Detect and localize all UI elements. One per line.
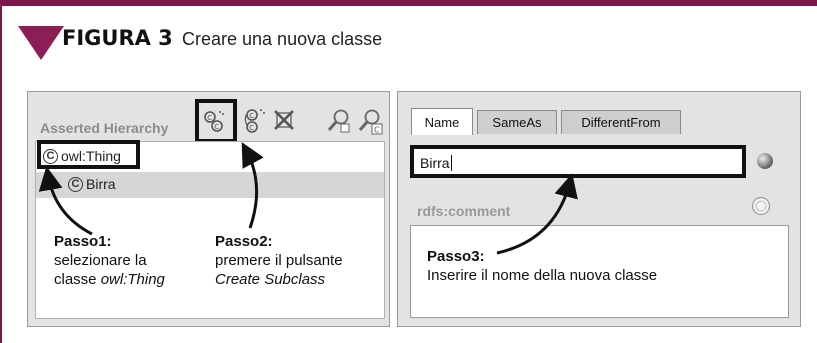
figure-frame: FIGURA 3 Creare una nuova classe Asserte… xyxy=(0,0,817,343)
annotation-arrows xyxy=(38,142,578,255)
passo1-arrow xyxy=(38,166,93,236)
passo2-arrow xyxy=(241,142,264,229)
passo3-arrow xyxy=(496,173,578,255)
